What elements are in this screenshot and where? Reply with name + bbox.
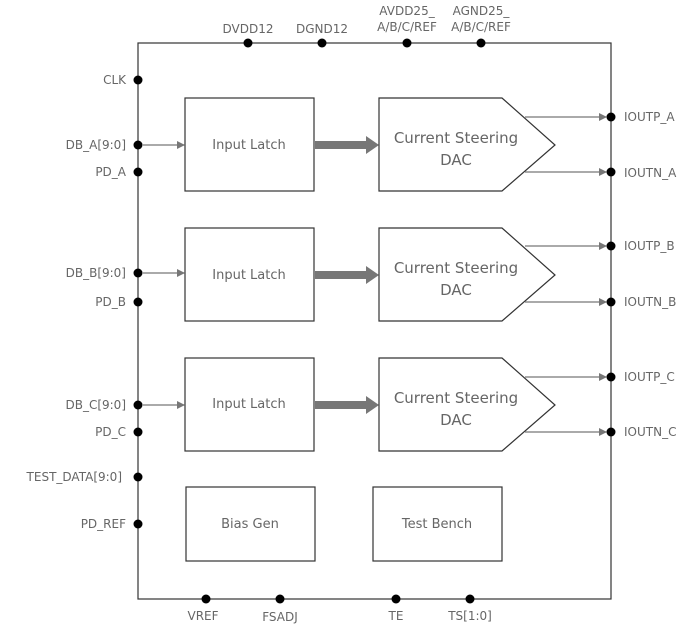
dac-c-label-line2: DAC (440, 411, 472, 429)
pin-dot-te (391, 594, 401, 604)
pin-label-pd-a: PD_A (95, 165, 126, 179)
pin-dot-pd-c (133, 427, 143, 437)
pin-dot-ioutp-c (606, 372, 616, 382)
pin-label-ioutp-b: IOUTP_B (624, 239, 675, 253)
pin-label-pd-c: PD_C (95, 425, 126, 439)
pin-label-agnd25-line2: A/B/C/REF (451, 20, 511, 34)
dac-b-label-line2: DAC (440, 281, 472, 299)
pin-label-avdd25-line1: AVDD25_ (379, 4, 435, 18)
pin-dot-dgnd12 (317, 38, 327, 48)
dac-c-label-line1: Current Steering (394, 389, 518, 407)
pin-dot-clk (133, 75, 143, 85)
pin-dot-db-b (133, 268, 143, 278)
pin-label-ioutn-b: IOUTN_B (624, 295, 676, 309)
pin-label-ioutn-c: IOUTN_C (624, 425, 676, 439)
pin-dot-db-a (133, 140, 143, 150)
pin-label-clk: CLK (103, 73, 127, 87)
pin-dot-avdd25 (402, 38, 412, 48)
pin-dot-dvdd12 (243, 38, 253, 48)
input-latch-b-label: Input Latch (212, 268, 286, 283)
pin-label-pd-ref: PD_REF (81, 517, 126, 531)
pin-label-test-data: TEST_DATA[9:0] (26, 470, 122, 484)
pin-label-vref: VREF (187, 609, 218, 623)
input-latch-c-label: Input Latch (212, 397, 286, 412)
pin-dot-pd-ref (133, 519, 143, 529)
pin-label-ioutp-a: IOUTP_A (624, 110, 675, 124)
pin-dot-test-data (133, 472, 143, 482)
pin-label-agnd25-line1: AGND25_ (453, 4, 511, 18)
pin-dot-ioutn-a (606, 167, 616, 177)
pin-dot-ioutp-a (606, 112, 616, 122)
test-bench-label: Test Bench (401, 517, 472, 532)
pin-label-pd-b: PD_B (95, 295, 126, 309)
pin-label-dvdd12: DVDD12 (223, 22, 274, 36)
pin-dot-db-c (133, 400, 143, 410)
pin-label-te: TE (388, 609, 404, 623)
pin-dot-ts (465, 594, 475, 604)
pin-dot-ioutp-b (606, 241, 616, 251)
pin-dot-pd-a (133, 167, 143, 177)
pin-label-db-b: DB_B[9:0] (66, 266, 126, 280)
pin-dot-vref (201, 594, 211, 604)
pin-dot-ioutn-b (606, 297, 616, 307)
pin-label-ioutp-c: IOUTP_C (624, 370, 675, 384)
bus-arrow-a (315, 136, 379, 154)
dac-block-diagram: DVDD12 DGND12 AVDD25_ A/B/C/REF AGND25_ … (26, 4, 678, 624)
pin-dot-fsadj (275, 594, 285, 604)
pin-label-avdd25-line2: A/B/C/REF (377, 20, 437, 34)
pin-label-ts: TS[1:0] (447, 609, 492, 623)
pin-label-db-a: DB_A[9:0] (66, 138, 126, 152)
dac-b-label-line1: Current Steering (394, 259, 518, 277)
dac-a-label-line2: DAC (440, 151, 472, 169)
pin-label-fsadj: FSADJ (262, 610, 298, 624)
pin-dot-ioutn-c (606, 427, 616, 437)
pin-label-dgnd12: DGND12 (296, 22, 348, 36)
dac-a-label-line1: Current Steering (394, 129, 518, 147)
input-latch-a-label: Input Latch (212, 138, 286, 153)
pin-label-ioutn-a: IOUTN_A (624, 166, 677, 180)
bus-arrow-b (315, 266, 379, 284)
pin-dot-agnd25 (476, 38, 486, 48)
pin-label-db-c: DB_C[9:0] (65, 398, 126, 412)
pin-dot-pd-b (133, 297, 143, 307)
bias-gen-label: Bias Gen (221, 517, 279, 532)
bus-arrow-c (315, 396, 379, 414)
